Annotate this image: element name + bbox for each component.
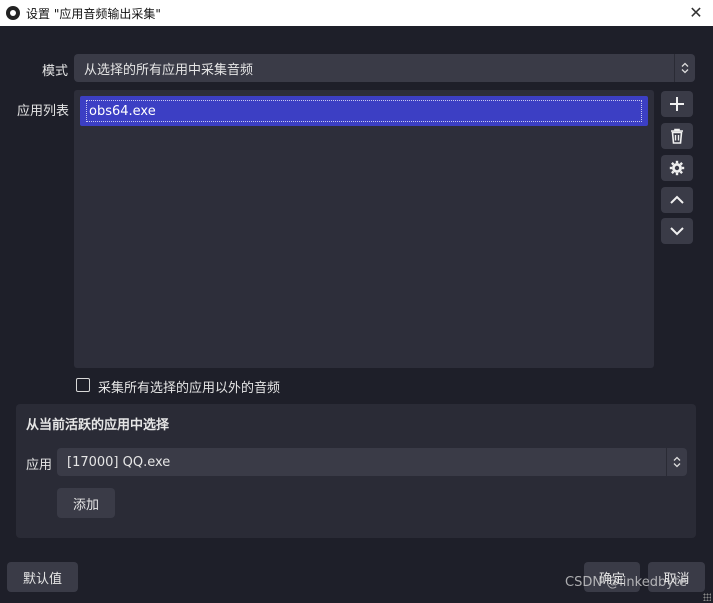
active-apps-heading: 从当前活跃的应用中选择	[26, 418, 170, 433]
close-icon[interactable]: ✕	[687, 3, 705, 22]
mode-select-value: 从选择的所有应用中采集音频	[84, 62, 254, 78]
chevron-down-icon	[670, 227, 684, 236]
defaults-button[interactable]: 默认值	[7, 562, 78, 592]
window-title: 设置 "应用音频输出采集"	[26, 6, 161, 21]
mode-select[interactable]: 从选择的所有应用中采集音频	[74, 54, 695, 82]
properties-button[interactable]	[661, 155, 693, 181]
active-apps-panel: 从当前活跃的应用中选择 应用 [17000] QQ.exe 添加	[16, 404, 696, 538]
watermark: CSDN @linkedbyte	[565, 575, 688, 590]
updown-arrows-icon	[666, 448, 687, 476]
chevron-up-icon	[670, 195, 684, 204]
add-icon	[670, 97, 684, 111]
app-select-value: [17000] QQ.exe	[67, 454, 171, 470]
move-down-button[interactable]	[661, 218, 693, 244]
add-app-button[interactable]: 添加	[57, 488, 115, 518]
list-item-label: obs64.exe	[86, 100, 642, 122]
app-list-label: 应用列表	[17, 104, 70, 119]
title-bar: 设置 "应用音频输出采集" ✕	[0, 0, 713, 26]
exclude-checkbox[interactable]	[76, 378, 90, 392]
add-button[interactable]	[661, 91, 693, 117]
trash-icon	[671, 128, 683, 144]
app-select[interactable]: [17000] QQ.exe	[57, 448, 687, 476]
remove-button[interactable]	[661, 123, 693, 149]
obs-logo-icon	[6, 6, 20, 20]
list-item[interactable]: obs64.exe	[80, 96, 648, 126]
exclude-checkbox-label[interactable]: 采集所有选择的应用以外的音频	[98, 377, 280, 396]
resize-grip-icon[interactable]	[703, 593, 711, 601]
move-up-button[interactable]	[661, 187, 693, 213]
app-list[interactable]: obs64.exe	[74, 90, 654, 368]
app-label: 应用	[26, 458, 53, 473]
gear-icon	[669, 160, 685, 176]
updown-arrows-icon	[674, 54, 695, 82]
mode-label: 模式	[42, 64, 69, 79]
